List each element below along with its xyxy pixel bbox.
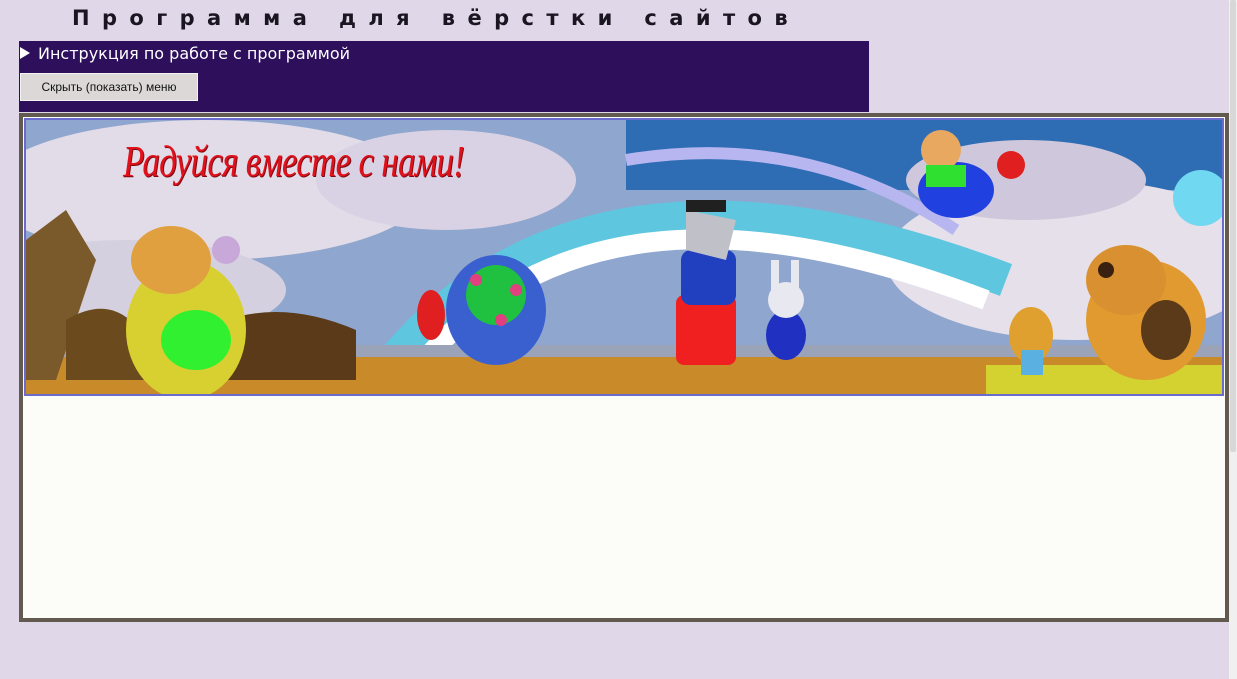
toggle-menu-button[interactable]: Скрыть (показать) меню	[20, 73, 198, 101]
page-title: Программа для вёрстки сайтов	[72, 6, 801, 30]
expand-triangle-icon[interactable]	[20, 47, 30, 59]
menu-panel: Инструкция по работе с программой Скрыть…	[19, 41, 869, 112]
content-frame: Радуйся вместе с нами!	[19, 113, 1229, 622]
banner-image: Радуйся вместе с нами!	[24, 118, 1224, 396]
instructions-label[interactable]: Инструкция по работе с программой	[38, 44, 350, 63]
instructions-toggle[interactable]: Инструкция по работе с программой	[19, 43, 350, 63]
banner-caption: Радуйся вместе с нами!	[123, 137, 465, 186]
scrollbar-thumb[interactable]	[1230, 0, 1236, 452]
